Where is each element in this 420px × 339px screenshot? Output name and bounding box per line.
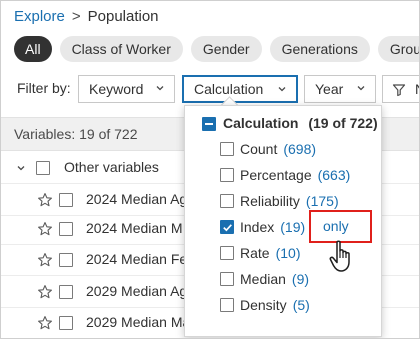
variables-count: Variables: 19 of 722 (14, 126, 138, 142)
option-label: Index (19) (240, 219, 305, 235)
more-filters-overflow-text: N (415, 81, 419, 97)
funnel-icon (392, 84, 406, 97)
option-checkbox[interactable] (220, 246, 234, 260)
calculation-dropdown[interactable]: Calculation (182, 75, 298, 103)
option-density[interactable]: Density (5) (185, 293, 383, 317)
option-label-text: Percentage (240, 167, 312, 183)
option-count-text: (175) (305, 193, 339, 209)
select-all-checkbox[interactable] (202, 117, 216, 131)
option-label-text: Median (240, 271, 286, 287)
option-count[interactable]: Count (698) (185, 137, 383, 161)
breadcrumb-explore-link[interactable]: Explore (14, 8, 65, 25)
option-count-text: (9) (291, 271, 310, 287)
calculation-select-all[interactable]: Calculation (19 of 722) (185, 106, 383, 140)
star-icon[interactable] (37, 252, 53, 268)
chip-gender[interactable]: Gender (190, 36, 262, 62)
breadcrumb-separator: > (71, 7, 81, 25)
variable-checkbox[interactable] (59, 222, 73, 236)
category-chips: All Class of Worker Gender Generations G… (14, 36, 419, 62)
variable-checkbox[interactable] (59, 253, 73, 267)
chip-all[interactable]: All (14, 36, 52, 62)
star-icon[interactable] (37, 221, 53, 237)
option-checkbox-checked[interactable] (220, 220, 234, 234)
chevron-down-icon (278, 87, 286, 92)
chevron-down-icon (156, 86, 164, 91)
option-count-text: (10) (275, 245, 301, 261)
option-label-text: Density (240, 297, 287, 313)
chip-generations[interactable]: Generations (269, 36, 370, 62)
breadcrumb-current: Population (87, 7, 159, 25)
option-count-text: (5) (292, 297, 310, 313)
keyword-dropdown-label: Keyword (89, 81, 144, 97)
option-label: Median (9) (240, 271, 309, 287)
option-label: Count (698) (240, 141, 316, 157)
option-label-text: Rate (240, 245, 270, 261)
option-checkbox[interactable] (220, 142, 234, 156)
option-checkbox[interactable] (220, 272, 234, 286)
option-label-text: Reliability (240, 193, 300, 209)
option-label: Density (5) (240, 297, 310, 313)
breadcrumb: Explore > Population (14, 6, 159, 26)
app-frame: Explore > Population All Class of Worker… (0, 0, 420, 339)
option-label: Reliability (175) (240, 193, 339, 209)
star-icon[interactable] (37, 315, 53, 331)
option-count-text: (19) (280, 219, 306, 235)
variable-name: 2029 Median Ag (86, 283, 188, 299)
hand-pointer-cursor-icon (329, 240, 350, 272)
group-label: Other variables (64, 159, 159, 175)
option-label-text: Count (240, 141, 278, 157)
variable-checkbox[interactable] (59, 193, 73, 207)
option-label-text: Index (240, 219, 275, 235)
option-count-text: (698) (283, 141, 317, 157)
filter-row: Filter by: Keyword Calculation Year N (1, 75, 419, 103)
only-button[interactable]: only (323, 218, 349, 234)
variable-name: 2024 Median Ag (86, 191, 188, 207)
variable-checkbox[interactable] (59, 285, 73, 299)
year-dropdown[interactable]: Year (304, 75, 376, 103)
chevron-down-icon[interactable] (16, 163, 26, 173)
option-checkbox[interactable] (220, 298, 234, 312)
keyword-dropdown[interactable]: Keyword (78, 75, 175, 103)
chip-class-of-worker[interactable]: Class of Worker (59, 36, 183, 62)
variable-name: 2024 Median Fe (86, 251, 188, 267)
option-label: Percentage (663) (240, 167, 350, 183)
year-dropdown-label: Year (315, 81, 344, 97)
checkmark-icon (223, 224, 232, 232)
variable-checkbox[interactable] (59, 316, 73, 330)
calculation-popup-title: Calculation (19 of 722) (223, 115, 378, 131)
calculation-popup-title-text: Calculation (223, 115, 299, 131)
chip-group[interactable]: Group (377, 36, 419, 62)
option-checkbox[interactable] (220, 168, 234, 182)
filter-by-label: Filter by: (17, 80, 71, 96)
group-checkbox[interactable] (36, 161, 50, 175)
more-filters-button[interactable]: N (382, 75, 419, 103)
option-checkbox[interactable] (220, 194, 234, 208)
star-icon[interactable] (37, 284, 53, 300)
chevron-down-icon (357, 86, 365, 91)
option-percentage[interactable]: Percentage (663) (185, 163, 383, 187)
option-label: Rate (10) (240, 245, 300, 261)
variable-name: 2024 Median M (86, 220, 183, 236)
calculation-dropdown-label: Calculation (194, 81, 264, 97)
star-icon[interactable] (37, 192, 53, 208)
calculation-popup-title-count: (19 of 722) (308, 115, 378, 131)
option-count-text: (663) (317, 167, 351, 183)
